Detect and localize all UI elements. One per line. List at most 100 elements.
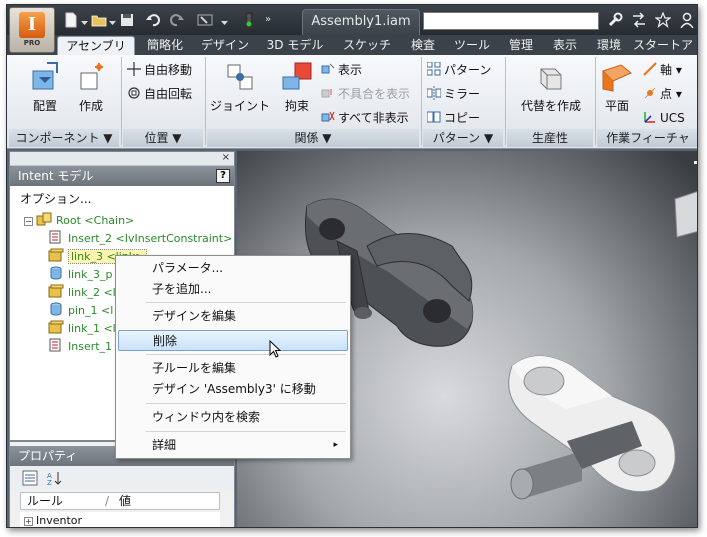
productivity-panel-title[interactable]: 生産性 <box>507 129 593 147</box>
copy-icon <box>426 110 441 124</box>
tree-item[interactable]: link_1 <l <box>48 320 116 338</box>
point-button[interactable]: 点 ▾ <box>643 85 682 103</box>
menu-item-goto-design[interactable]: デザイン 'Assembly3' に移動 <box>118 379 348 400</box>
panel-grip[interactable]: × <box>10 152 234 166</box>
tree-item[interactable]: Insert_1 <box>48 338 112 356</box>
select-icon[interactable] <box>197 12 213 28</box>
options-link[interactable]: オプション... <box>20 190 91 207</box>
wrench-icon[interactable] <box>607 12 623 28</box>
ucs-button[interactable]: UCS <box>643 109 685 127</box>
tree-item[interactable]: Insert_2 <IvInsertConstraint> <box>48 230 232 248</box>
menu-item-add-child[interactable]: 子を追加... <box>118 279 348 300</box>
exchange-icon[interactable] <box>631 12 647 28</box>
tree-item[interactable]: link_3_p <box>48 266 112 284</box>
hide-all-button[interactable]: すべて非表示 <box>321 109 409 127</box>
tree-item-label: Insert_2 <IvInsertConstraint> <box>68 232 233 245</box>
tab-manage[interactable]: 管理 <box>501 36 541 55</box>
ribbon-tab-bar: アセンブリ 簡略化 デザイン 3D モデル スケッチ 検査 ツール 管理 表示 … <box>7 35 697 55</box>
menu-separator <box>146 354 346 355</box>
joint-icon <box>224 61 256 93</box>
tab-assembly[interactable]: アセンブリ <box>57 36 135 55</box>
view-cube-icon[interactable] <box>674 191 698 238</box>
show-icon <box>321 62 335 76</box>
tab-sketch[interactable]: スケッチ <box>335 36 399 55</box>
tab-inspect[interactable]: 検査 <box>403 36 443 55</box>
pin-icon <box>48 266 64 280</box>
constrain-button[interactable]: 拘束 <box>275 59 319 119</box>
copy-button[interactable]: コピー <box>426 109 480 127</box>
tab-design[interactable]: デザイン <box>195 36 255 55</box>
substitute-button[interactable]: 代替を作成 <box>511 59 591 119</box>
select-dropdown-icon[interactable] <box>221 16 228 25</box>
show-sick-button[interactable]: 不具合を表示 <box>321 85 410 103</box>
create-button[interactable]: 作成 <box>69 59 113 119</box>
redo-icon[interactable] <box>169 12 185 28</box>
close-icon[interactable]: × <box>222 152 230 163</box>
document-tab[interactable]: Assembly1.iam <box>302 9 420 35</box>
panel-divider <box>121 57 122 145</box>
place-button[interactable]: 配置 <box>23 59 67 119</box>
viewport-marker <box>694 161 697 164</box>
rule-column[interactable]: ルール <box>27 493 63 509</box>
user-icon[interactable] <box>679 12 695 29</box>
pattern-panel-title[interactable]: パターン ▼ <box>423 129 503 147</box>
pattern-label: パターン <box>444 63 492 77</box>
open-folder-icon[interactable] <box>91 12 107 28</box>
expand-icon[interactable]: + <box>24 517 33 526</box>
search-input[interactable] <box>423 12 599 30</box>
tree-item-label: pin_1 <l <box>68 304 114 317</box>
new-file-icon[interactable] <box>63 12 79 28</box>
plane-icon <box>601 61 633 93</box>
mirror-label: ミラー <box>444 87 481 101</box>
mirror-button[interactable]: ミラー <box>426 85 481 103</box>
application-menu-button[interactable]: I PRO <box>9 7 55 53</box>
plane-button[interactable]: 平面 <box>597 59 637 119</box>
tree-item-root[interactable]: − Root <Chain> <box>24 212 134 230</box>
free-rotate-button[interactable]: 自由回転 <box>127 85 192 103</box>
free-move-button[interactable]: 自由移動 <box>127 61 192 79</box>
component-panel-title[interactable]: コンポーネント ▼ <box>9 129 119 147</box>
tree-item[interactable]: link_2 <l <box>48 284 116 302</box>
tab-environments[interactable]: 環境 <box>589 36 629 55</box>
tab-tools[interactable]: ツール <box>447 36 497 55</box>
plane-label: 平面 <box>604 99 629 113</box>
traffic-light-icon[interactable] <box>241 12 257 28</box>
more-tools-icon[interactable]: » <box>265 12 281 28</box>
intent-model-title-text: Intent モデル <box>18 169 94 183</box>
pattern-button[interactable]: パターン <box>426 61 492 79</box>
value-column[interactable]: 値 <box>119 493 131 509</box>
show-label: 表示 <box>338 63 363 77</box>
open-dropdown-icon[interactable] <box>109 16 116 25</box>
relations-panel-title[interactable]: 関係 ▼ <box>207 129 419 147</box>
menu-separator <box>146 302 346 303</box>
work-features-panel-title[interactable]: 作業フィーチャ <box>597 129 697 147</box>
axis-button[interactable]: 軸 ▾ <box>643 61 682 79</box>
free-move-label: 自由移動 <box>144 63 193 77</box>
tab-simplify[interactable]: 簡略化 <box>139 36 191 55</box>
categorized-icon[interactable] <box>22 470 38 489</box>
position-panel-title[interactable]: 位置 ▼ <box>123 129 203 147</box>
save-icon[interactable] <box>119 12 135 28</box>
tree-item[interactable]: pin_1 <l <box>48 302 113 320</box>
tab-view[interactable]: 表示 <box>545 36 585 55</box>
menu-item-delete[interactable]: 削除 <box>118 330 348 351</box>
new-dropdown-icon[interactable] <box>81 16 88 25</box>
undo-icon[interactable] <box>145 12 161 28</box>
menu-item-find-in-window[interactable]: ウィンドウ内を検索 <box>118 407 348 428</box>
menu-item-details[interactable]: 詳細 ▸ <box>118 435 348 456</box>
tab-3d-model[interactable]: 3D モデル <box>259 36 331 55</box>
sort-az-icon[interactable]: AZ <box>46 470 62 489</box>
help-icon[interactable]: ? <box>216 169 230 183</box>
menu-item-parameters[interactable]: パラメータ... <box>118 258 348 279</box>
point-label: 点 ▾ <box>660 87 682 101</box>
star-icon[interactable] <box>654 11 672 29</box>
properties-row[interactable]: + Inventor <box>20 512 220 527</box>
free-move-icon <box>127 62 141 76</box>
tab-get-started[interactable]: スタートア <box>633 36 697 55</box>
show-button[interactable]: 表示 <box>321 61 362 79</box>
collapse-icon[interactable]: − <box>24 217 33 226</box>
menu-item-edit-child-rules[interactable]: 子ルールを編集 <box>118 358 348 379</box>
joint-button[interactable]: ジョイント <box>209 59 271 119</box>
ribbon: 配置 作成 コンポーネント ▼ 自由移動 自由回転 位置 ▼ ジョイント 拘束 … <box>7 55 697 149</box>
menu-item-edit-design[interactable]: デザインを編集 <box>118 306 348 327</box>
